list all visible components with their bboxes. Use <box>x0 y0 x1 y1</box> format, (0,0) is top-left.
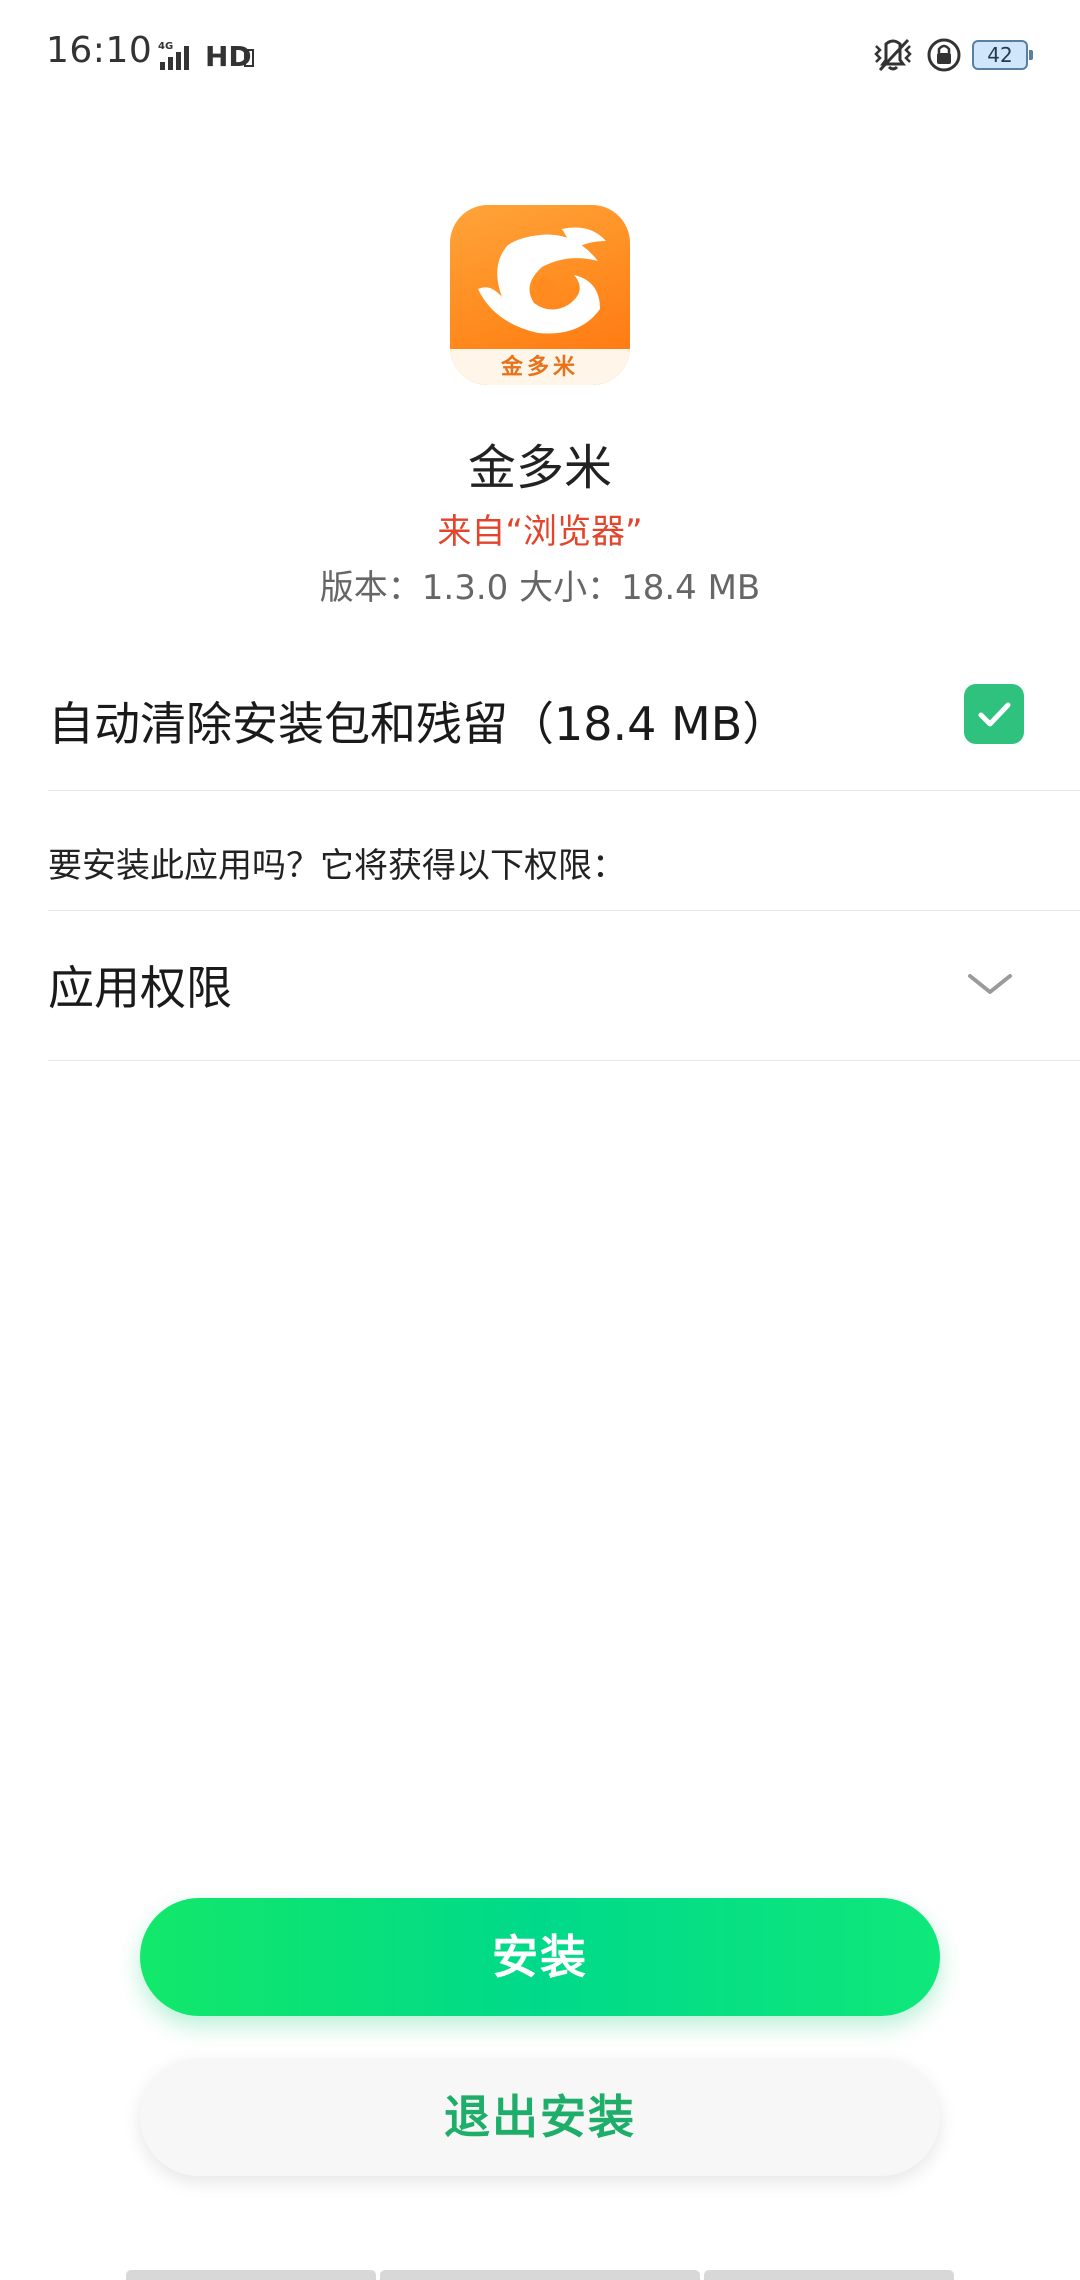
bottom-tab <box>704 2270 954 2280</box>
auto-clean-label: 自动清除安装包和残留（18.4 MB） <box>48 697 789 751</box>
bottom-tab <box>380 2270 700 2280</box>
signal-icon: 4G <box>158 41 189 70</box>
hd-voice-icon: HD <box>205 40 254 72</box>
app-icon-brand-text: 金多米 <box>500 355 579 380</box>
status-bar: 16:10 4G HD 42 <box>0 0 1080 110</box>
status-time: 16:10 <box>46 30 153 71</box>
check-icon <box>978 702 1011 727</box>
auto-clean-row[interactable]: 自动清除安装包和残留（18.4 MB） <box>48 670 1080 791</box>
rotation-lock-icon <box>927 38 961 72</box>
battery-level: 42 <box>987 43 1013 67</box>
vibrate-silent-icon <box>874 38 912 72</box>
app-permissions-row[interactable]: 应用权限 <box>48 912 1080 1061</box>
app-source: 来自“浏览器” <box>437 512 643 552</box>
divider <box>48 910 1080 911</box>
chevron-down-icon[interactable] <box>966 964 1014 1004</box>
install-screen: 16:10 4G HD 42 金多米 金多米 来自“浏览器” 版本：1.3.0 … <box>0 0 1080 2280</box>
auto-clean-checkbox[interactable] <box>964 684 1024 744</box>
app-permissions-label: 应用权限 <box>48 961 232 1015</box>
app-version-size: 版本：1.3.0 大小：18.4 MB <box>319 568 761 608</box>
install-button[interactable]: 安装 <box>140 1898 940 2016</box>
bottom-tab <box>126 2270 376 2280</box>
network-type: 4G <box>158 41 173 52</box>
exit-install-button[interactable]: 退出安装 <box>140 2058 940 2176</box>
app-icon: 金多米 <box>450 205 630 385</box>
bottom-edge-tabs <box>0 2268 1080 2280</box>
battery-indicator: 42 <box>972 40 1033 70</box>
app-name: 金多米 <box>467 440 612 496</box>
install-permission-question: 要安装此应用吗？它将获得以下权限： <box>48 846 626 886</box>
